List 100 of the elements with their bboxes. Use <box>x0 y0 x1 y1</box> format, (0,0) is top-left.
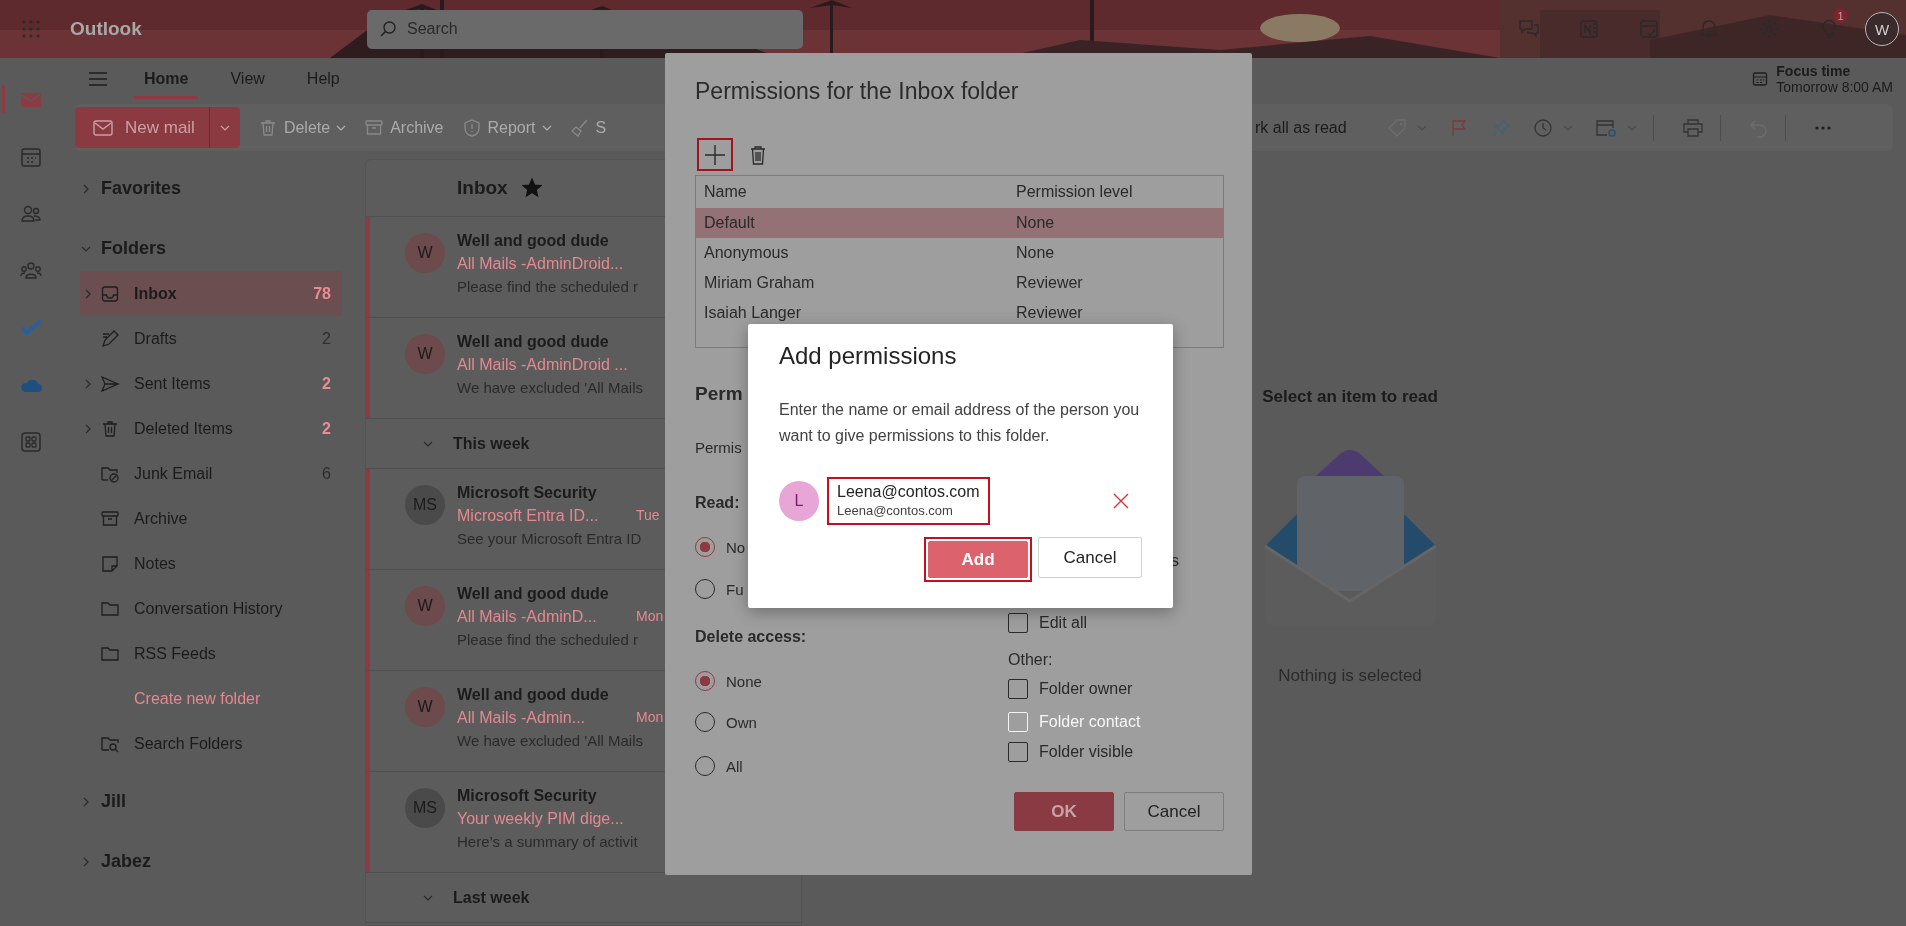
person-avatar: L <box>779 481 819 521</box>
toolbar-button[interactable]: Report <box>461 117 552 138</box>
sender-avatar: W <box>405 687 445 727</box>
star-icon[interactable] <box>521 178 542 198</box>
more-icon[interactable] <box>1813 124 1832 131</box>
new-mail-label: New mail <box>125 117 195 138</box>
folder-row[interactable]: Archive <box>80 496 342 541</box>
sender-name: Well and good dude <box>457 231 609 251</box>
radio-button[interactable] <box>695 537 715 557</box>
checkbox[interactable] <box>1008 613 1028 633</box>
folder-row[interactable]: Conversation History <box>80 586 342 631</box>
folder-row[interactable]: Sent Items 2 <box>80 361 342 406</box>
sender-avatar: W <box>405 586 445 626</box>
message-date: Mon <box>636 708 664 727</box>
folder-name: Sent Items <box>134 374 212 393</box>
table-cell-text: Reviewer <box>1016 304 1084 322</box>
folder-name: Inbox <box>134 284 178 303</box>
radio-option[interactable]: No <box>695 529 746 565</box>
table-cell-text: Anonymous <box>704 244 790 262</box>
radio-option[interactable]: Fu <box>695 571 744 607</box>
person-name: Leena@contos.com <box>837 482 980 502</box>
empty-state-title: Select an item to read <box>1262 387 1438 407</box>
message-subject: All Mails -AdminDroid ... <box>457 355 628 375</box>
folder-group-title[interactable]: Jill <box>101 791 126 812</box>
chevron-icon[interactable] <box>81 796 91 807</box>
selected-table-row[interactable]: Default None <box>696 208 1223 238</box>
chevron-icon[interactable] <box>81 856 91 867</box>
chevron-icon[interactable] <box>83 378 93 389</box>
table-cell-text: Default <box>704 214 756 232</box>
toolbar-button[interactable]: S <box>569 117 607 138</box>
chevron-icon[interactable] <box>83 423 93 434</box>
focus-time-value: Tomorrow 8:00 AM <box>1776 79 1893 95</box>
ribbon-tab[interactable]: Home <box>134 59 199 99</box>
apps-icon[interactable] <box>18 429 43 454</box>
cancel-button[interactable]: Cancel <box>1124 792 1224 831</box>
chat-icon[interactable] <box>1518 18 1540 40</box>
archive-icon[interactable] <box>364 117 385 138</box>
folder-name: Search Folders <box>134 734 244 753</box>
printer-icon[interactable] <box>1681 117 1704 138</box>
toolbar-button[interactable]: Delete <box>257 117 347 138</box>
calendar-gear-icon[interactable] <box>1594 117 1617 138</box>
checkbox[interactable] <box>1008 679 1028 699</box>
sender-name: Well and good dude <box>457 332 609 352</box>
ribbon-tab[interactable]: View <box>220 59 275 99</box>
close-icon[interactable] <box>1113 493 1129 509</box>
folder-row[interactable]: Deleted Items 2 <box>80 406 342 451</box>
sender-avatar: W <box>405 334 445 374</box>
cancel-button[interactable]: Cancel <box>1038 537 1142 578</box>
person-chip[interactable]: Leena@contos.com Leena@contos.com <box>827 477 990 525</box>
message-date: Mon <box>636 607 664 626</box>
broom-icon[interactable] <box>569 117 590 138</box>
message-subject: All Mails -AdminDroid... <box>457 254 624 274</box>
person-email: Leena@contos.com <box>837 502 954 520</box>
message-subject: Your weekly PIM dige... <box>457 809 624 829</box>
folder-group-title[interactable]: Jabez <box>101 851 152 872</box>
radio-option[interactable]: Own <box>695 704 757 740</box>
table-cell-text: Reviewer <box>1016 274 1084 292</box>
folder-row[interactable]: Create new folder <box>80 676 342 721</box>
shield-icon[interactable] <box>461 117 482 138</box>
app-launcher-icon[interactable] <box>21 20 40 38</box>
trash-icon[interactable] <box>749 144 767 165</box>
toolbar-button[interactable]: Archive <box>364 117 444 138</box>
envelope-icon <box>93 119 113 136</box>
folder-name: Deleted Items <box>134 419 234 438</box>
unread-count: 78 <box>313 284 331 303</box>
menu-icon[interactable] <box>88 71 108 87</box>
chevron-icon[interactable] <box>81 183 91 194</box>
folder-row[interactable]: Notes <box>80 541 342 586</box>
trash-icon <box>100 418 120 439</box>
clock-icon[interactable] <box>1532 117 1553 138</box>
sender-avatar: W <box>405 233 445 273</box>
section-heading: Perm <box>695 382 743 406</box>
add-button[interactable]: Add <box>928 541 1028 578</box>
checkbox[interactable] <box>1008 742 1028 762</box>
toolbar-action[interactable]: rk all as read <box>1255 118 1347 137</box>
new-mail-button[interactable]: New mail <box>75 107 240 148</box>
ribbon-tab[interactable]: Help <box>296 59 350 99</box>
notebook-icon[interactable] <box>1578 18 1600 40</box>
checkbox-option[interactable]: Folder visible <box>1008 738 1134 766</box>
folder-row[interactable]: Search Folders <box>80 721 342 766</box>
selected-folder-row[interactable]: Inbox 78 <box>80 271 342 316</box>
app-name: Outlook <box>69 18 142 40</box>
unread-count: 2 <box>322 419 331 438</box>
sender-name: Microsoft Security <box>457 483 597 503</box>
table-cell-text: None <box>1016 244 1056 262</box>
create-folder-link[interactable]: Create new folder <box>134 689 331 708</box>
add-button[interactable] <box>697 138 733 171</box>
bell-icon[interactable] <box>1698 18 1720 40</box>
search-field[interactable]: Search <box>367 9 803 49</box>
folder-row[interactable]: RSS Feeds <box>80 631 342 676</box>
folder-name: Archive <box>134 509 189 528</box>
ok-button[interactable]: OK <box>1014 792 1114 831</box>
radio-button[interactable] <box>695 671 715 691</box>
folder-group-title[interactable]: Favorites <box>101 178 182 199</box>
checkbox-option[interactable]: Edit all <box>1008 609 1088 637</box>
chevron-icon[interactable] <box>83 288 93 299</box>
checkbox-option[interactable]: Folder owner <box>1008 675 1133 703</box>
checklist-icon[interactable] <box>1638 18 1660 40</box>
folder-name: Conversation History <box>134 599 284 618</box>
folder-group-title[interactable]: Folders <box>101 238 166 259</box>
